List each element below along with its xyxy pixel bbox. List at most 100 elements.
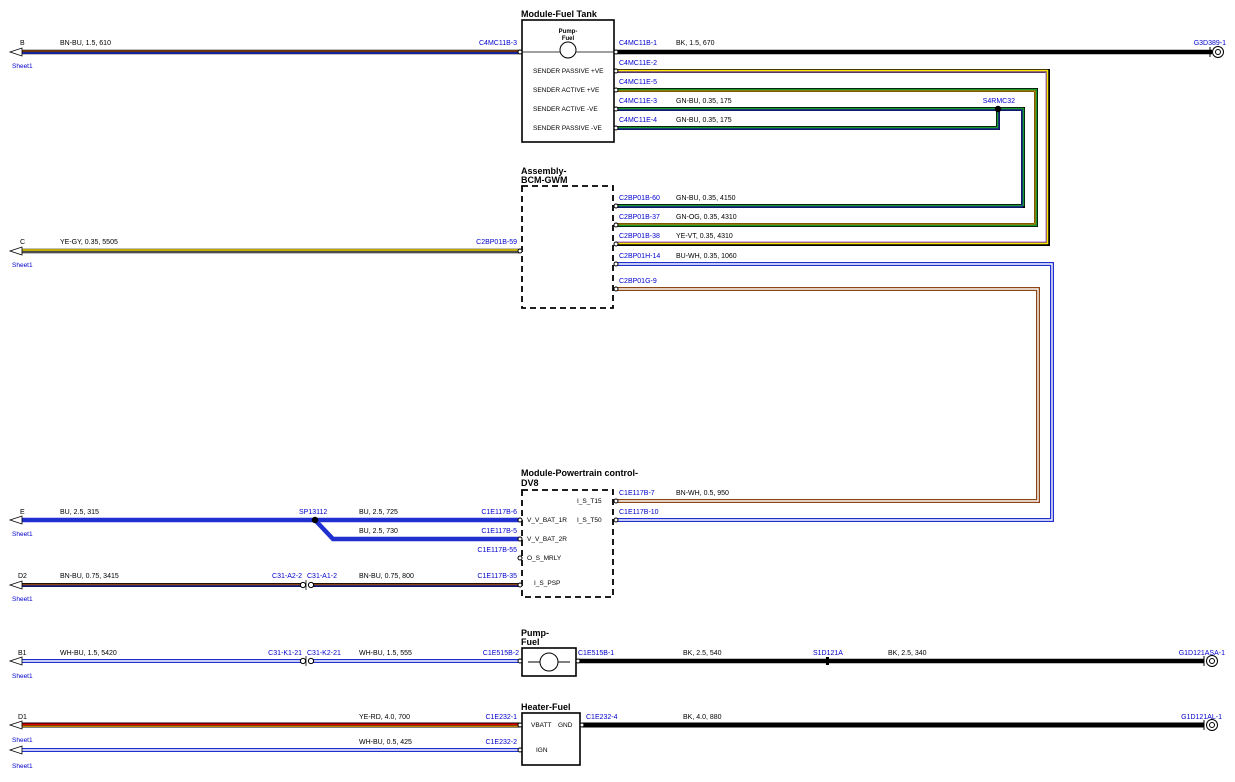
component-fuel-pump[interactable]: [521, 647, 577, 677]
splice-sp13112[interactable]: [311, 516, 319, 524]
splice-label[interactable]: SP13112: [299, 509, 327, 516]
splice-label[interactable]: S1D121A: [813, 650, 843, 657]
connector-label[interactable]: C4MC11E-5: [619, 79, 657, 86]
connector-label[interactable]: C4MC11E-3: [619, 98, 657, 105]
wires: [22, 49, 1212, 752]
wire-label: BN-BU, 0.75, 800: [359, 573, 414, 580]
wire-label: GN-BU, 0.35, 4150: [676, 195, 736, 202]
wire-label: BK, 2.5, 540: [683, 650, 722, 657]
wire-bnbu-800[interactable]: [311, 583, 520, 587]
sheet-link[interactable]: Sheet1: [12, 763, 33, 770]
sheet-link[interactable]: Sheet1: [12, 531, 33, 538]
pin-label: O_S_MRLY: [527, 555, 562, 562]
pin-label: SENDER ACTIVE +VE: [533, 87, 600, 94]
wire-bnbu-3415[interactable]: [22, 583, 303, 587]
wire-bnwh-950[interactable]: [616, 287, 1040, 503]
splice-label[interactable]: S4RMC32: [983, 98, 1015, 105]
connector-label[interactable]: C31-A2-2: [272, 573, 302, 580]
connector-label[interactable]: C1E232-1: [485, 714, 517, 721]
connector-label[interactable]: C1E515B-2: [483, 650, 519, 657]
connector-label[interactable]: C1E232-2: [485, 739, 517, 746]
connector-label[interactable]: C31-K2-21: [307, 650, 341, 657]
wire-bnbu-610[interactable]: [22, 49, 520, 55]
wire-label: GN-BU, 0.35, 175: [676, 98, 732, 105]
component-fuel-heater[interactable]: [521, 712, 581, 766]
inline-connector-c31-k[interactable]: [299, 656, 315, 666]
pin-label: SENDER ACTIVE -VE: [533, 106, 598, 113]
wire-label: BK, 2.5, 340: [888, 650, 927, 657]
connector-label[interactable]: C1E117B-10: [619, 509, 659, 516]
fuel-heater-title: Heater-Fuel: [521, 702, 571, 712]
pin-label: I_S_PSP: [534, 580, 560, 587]
wire-label: BU, 2.5, 725: [359, 509, 398, 516]
connector-label[interactable]: C31-K1-21: [268, 650, 302, 657]
sheet-link[interactable]: Sheet1: [12, 63, 33, 70]
wire-label: YE-GY, 0.35, 5505: [60, 239, 118, 246]
connector-label[interactable]: C1E117B-5: [481, 528, 517, 535]
connector-label[interactable]: C4MC11B-1: [619, 40, 657, 47]
ground-g1d121al-icon[interactable]: [1203, 719, 1218, 731]
connector-label[interactable]: C4MC11E-4: [619, 117, 657, 124]
wire-label: BK, 4.0, 880: [683, 714, 722, 721]
connector-label[interactable]: C1E117B-6: [481, 509, 517, 516]
pcm-title-1: Module-Powertrain control-: [521, 468, 638, 478]
tank-pump-label-1: Pump-: [559, 29, 578, 35]
connector-label[interactable]: C2BP01B-38: [619, 233, 660, 240]
connector-label[interactable]: C2BP01B-59: [476, 239, 517, 246]
connector-label[interactable]: C4MC11B-3: [479, 40, 517, 47]
wire-buwh-1060[interactable]: [616, 262, 1054, 522]
tank-pump-label-2: Fuel: [562, 36, 575, 42]
splice-s4rmc32[interactable]: [994, 105, 1002, 113]
wire-yegy-5505[interactable]: [22, 248, 520, 254]
connector-label[interactable]: C2BP01B-60: [619, 195, 660, 202]
sheet-ref-letter: C: [20, 239, 25, 246]
connector-label[interactable]: C1E232-4: [586, 714, 618, 721]
connector-label[interactable]: C4MC11E-2: [619, 60, 657, 67]
offsheet-arrows: [8, 47, 23, 755]
wire-gnbu-175-b[interactable]: [616, 109, 1000, 130]
pin-label: I_S_T50: [577, 517, 602, 524]
wire-label: BU, 2.5, 730: [359, 528, 398, 535]
connector-label[interactable]: C2BP01H-14: [619, 253, 660, 260]
sheet-link[interactable]: Sheet1: [12, 262, 33, 269]
connector-label[interactable]: C1E117B-35: [477, 573, 517, 580]
wire-label: BN-BU, 1.5, 610: [60, 40, 111, 47]
wire-label: BU, 2.5, 315: [60, 509, 99, 516]
sheet-ref-letter: E: [20, 509, 25, 516]
bcm-title-2: BCM-GWM: [521, 175, 568, 185]
connector-label[interactable]: C2BP01G-9: [619, 278, 657, 285]
wire-yerd-700[interactable]: [22, 722, 520, 728]
offsheet-arrow-icon: [8, 656, 23, 666]
wire-label: YE-RD, 4.0, 700: [359, 714, 410, 721]
pin-label: V_V_BAT_1R: [527, 517, 567, 524]
connector-label[interactable]: G1D121ASA-1: [1179, 650, 1225, 657]
offsheet-arrow-icon: [8, 47, 23, 57]
sheet-link[interactable]: Sheet1: [12, 673, 33, 680]
ground-g1d121asa-icon[interactable]: [1203, 655, 1218, 667]
sheet-ref-letter: D1: [18, 714, 27, 721]
wire-label: BN-BU, 0.75, 3415: [60, 573, 119, 580]
sheet-link[interactable]: Sheet1: [12, 737, 33, 744]
splice-s1d121a[interactable]: [826, 657, 829, 665]
connector-label[interactable]: C2BP01B-37: [619, 214, 660, 221]
connector-label[interactable]: G3D389-1: [1194, 40, 1226, 47]
connector-label[interactable]: C31-A1-2: [307, 573, 337, 580]
connector-label[interactable]: C1E117B-55: [477, 547, 517, 554]
connector-label[interactable]: C1E117B-7: [619, 490, 655, 497]
wire-label: WH-BU, 0.5, 425: [359, 739, 412, 746]
wire-gnbu-175-a[interactable]: [616, 107, 998, 111]
connector-label[interactable]: G1D121AL-1: [1181, 714, 1222, 721]
sheet-link[interactable]: Sheet1: [12, 596, 33, 603]
ground-g3d389-icon[interactable]: [1209, 46, 1224, 58]
pin-label: V_V_BAT_2R: [527, 536, 567, 543]
wiring-diagram-canvas: Module-Fuel Tank Pump- Fuel SENDER PASSI…: [8, 9, 1226, 770]
inline-connector-c31-a[interactable]: [299, 580, 315, 590]
wire-label: YE-VT, 0.35, 4310: [676, 233, 733, 240]
connector-label[interactable]: C1E515B-1: [578, 650, 614, 657]
pin-label: SENDER PASSIVE +VE: [533, 68, 604, 75]
component-bcm-gwm[interactable]: [521, 185, 614, 309]
sheet-ref-letter: B1: [18, 650, 27, 657]
pin-label: IGN: [536, 747, 548, 754]
sheet-ref-letter: B: [20, 40, 25, 47]
offsheet-arrow-icon: [8, 515, 23, 525]
